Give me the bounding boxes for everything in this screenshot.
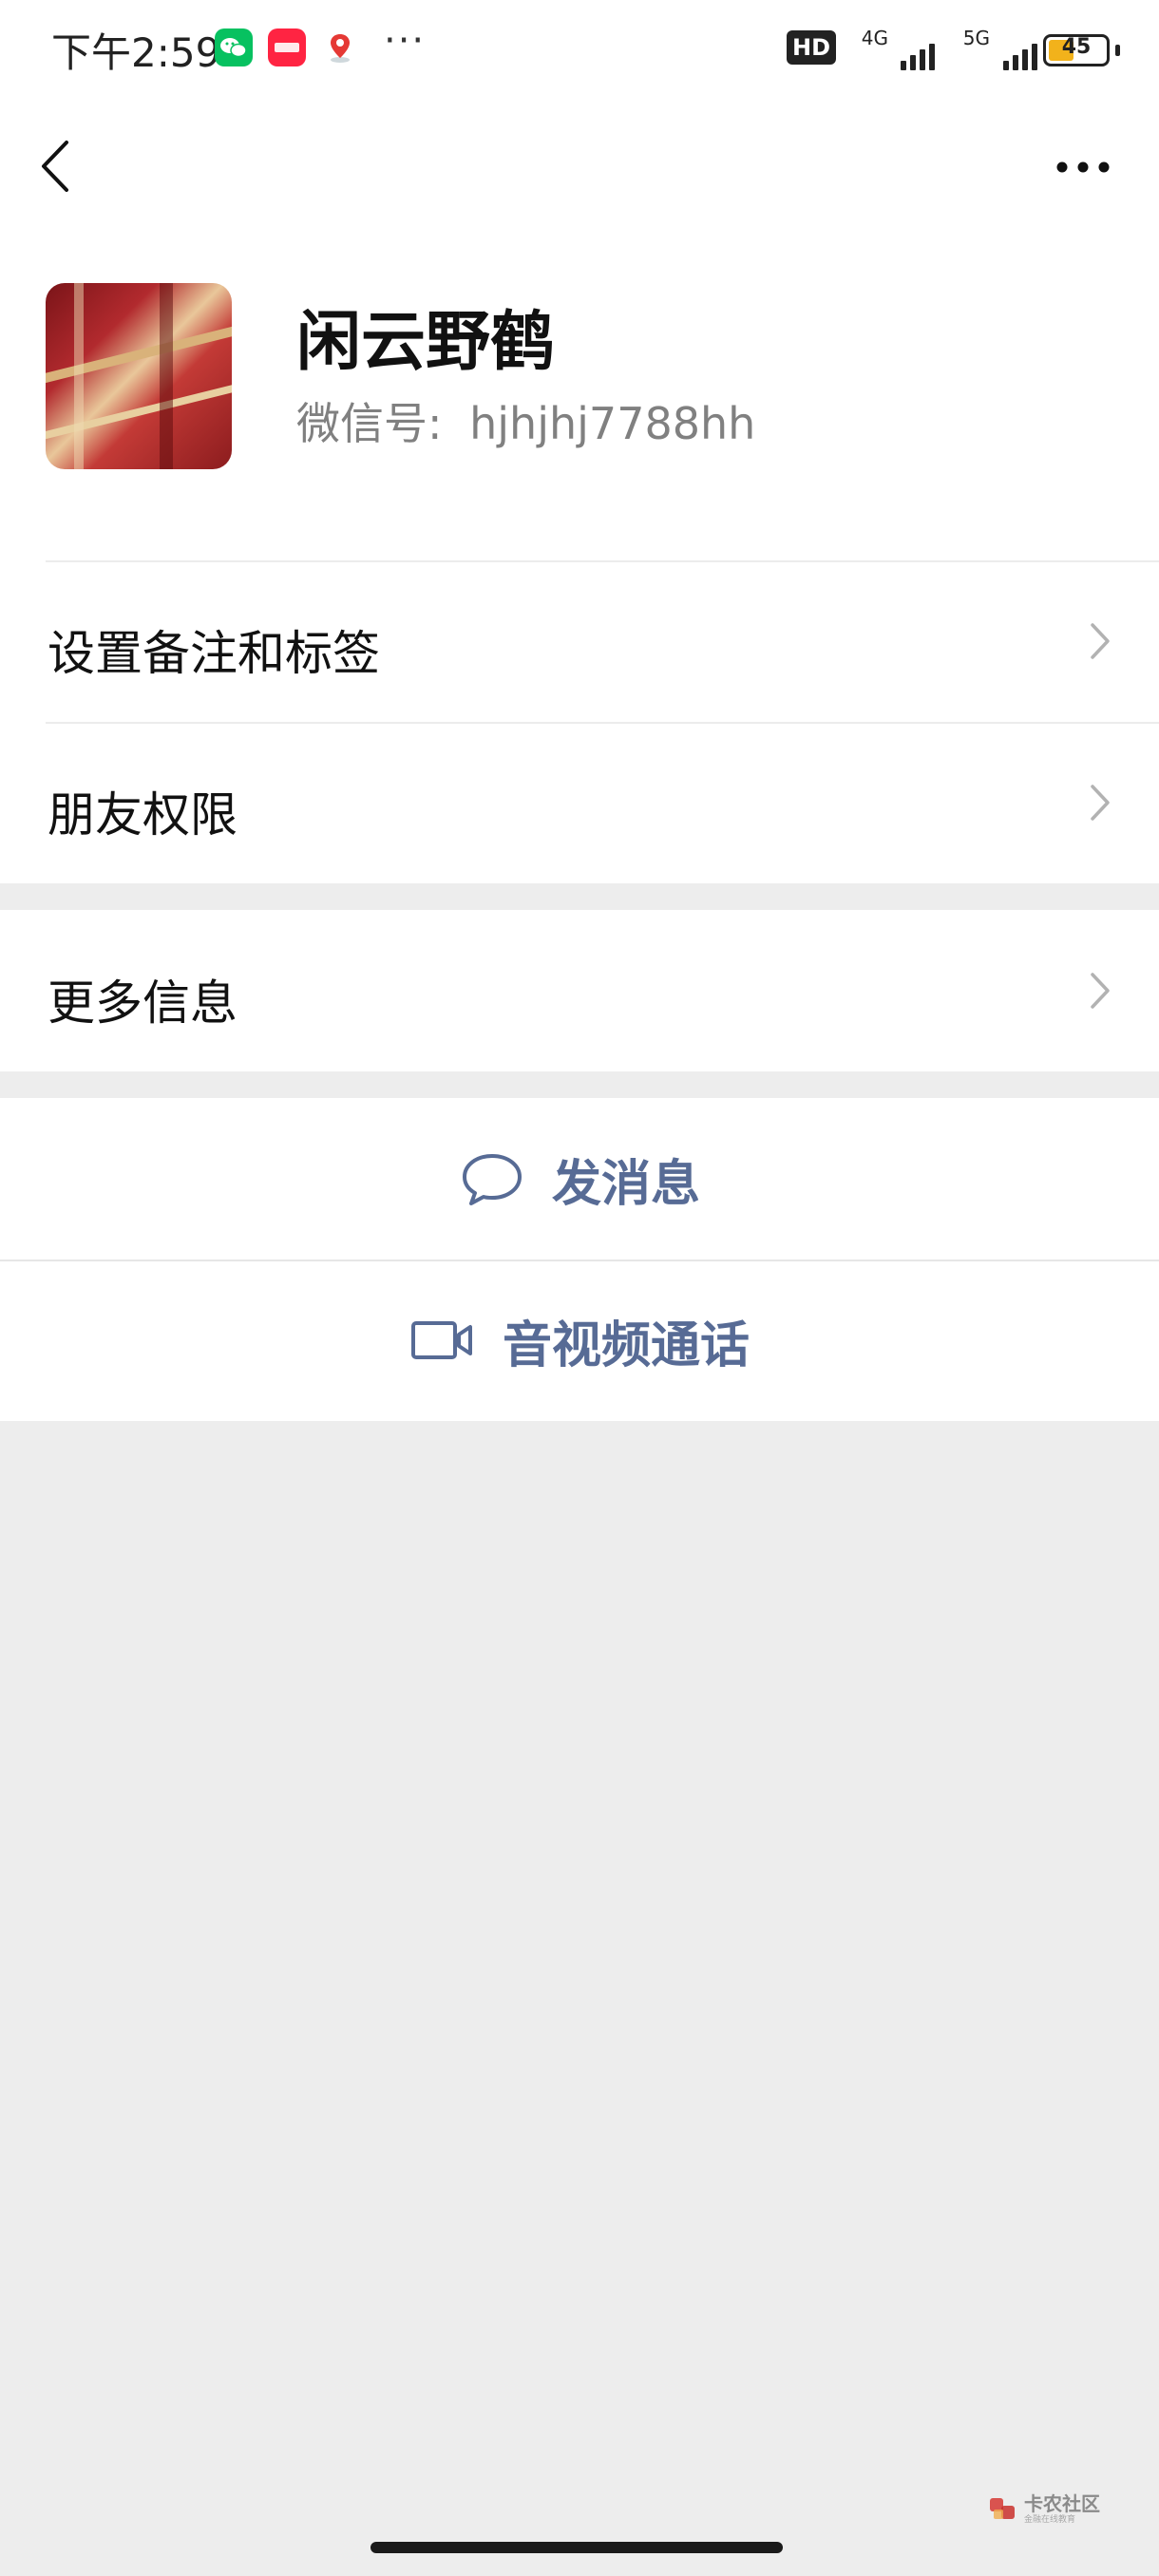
send-message-label: 发消息	[551, 1155, 700, 1213]
signal-icon	[998, 38, 1045, 70]
friend-permissions-label: 朋友权限	[48, 787, 238, 843]
status-more-icon: ···	[384, 19, 427, 63]
wechat-id-label: 微信号:	[296, 398, 443, 449]
status-time: 下午2:59	[51, 29, 221, 76]
divider	[46, 722, 1159, 724]
xiaohongshu-icon	[268, 28, 306, 66]
wechat-icon	[215, 28, 253, 66]
chevron-right-icon	[1091, 623, 1110, 659]
chevron-right-icon	[1091, 785, 1110, 821]
watermark-logo-icon	[990, 2498, 1015, 2519]
chevron-right-icon	[1091, 973, 1110, 1009]
signal-icon	[895, 38, 942, 70]
map-pin-icon	[321, 28, 359, 66]
video-call-label: 音视频通话	[502, 1316, 750, 1374]
home-indicator[interactable]	[370, 2542, 783, 2553]
video-camera-icon	[410, 1321, 472, 1359]
nickname: 闲云野鹤	[296, 305, 556, 380]
hd-voice-icon: HD	[786, 30, 836, 65]
network-4g-label: 4G	[861, 27, 888, 49]
more-dots-icon[interactable]	[1045, 139, 1121, 196]
video-call-button[interactable]: 音视频通话	[0, 1260, 1159, 1421]
back-arrow-icon[interactable]	[28, 133, 86, 199]
remark-and-tags-row[interactable]: 设置备注和标签	[0, 560, 1159, 722]
send-message-button[interactable]: 发消息	[0, 1098, 1159, 1260]
wechat-id-value: hjhjhj7788hh	[469, 398, 756, 449]
divider	[46, 560, 1159, 562]
remark-and-tags-label: 设置备注和标签	[48, 626, 380, 681]
network-5g-label: 5G	[962, 27, 990, 49]
watermark: 卡农社区 金融在线教育	[986, 2492, 1100, 2527]
nav-bar	[0, 95, 1159, 239]
watermark-subtitle: 金融在线教育	[1024, 2515, 1076, 2525]
status-indicators: HD 4G 5G 45	[786, 27, 1120, 72]
profile-header: 闲云野鹤 微信号: hjhjhj7788hh	[0, 239, 1159, 560]
battery-icon: 45	[1043, 34, 1120, 66]
more-info-label: 更多信息	[48, 975, 238, 1031]
wechat-id: 微信号: hjhjhj7788hh	[296, 389, 755, 452]
more-info-row[interactable]: 更多信息	[0, 910, 1159, 1071]
friend-permissions-row[interactable]: 朋友权限	[0, 722, 1159, 883]
status-bar: 下午2:59 ··· HD 4G 5G 45	[0, 0, 1159, 95]
chat-bubble-icon	[462, 1154, 522, 1205]
battery-level: 45	[1061, 35, 1092, 59]
avatar[interactable]	[46, 283, 232, 469]
watermark-title: 卡农社区	[1024, 2492, 1100, 2515]
